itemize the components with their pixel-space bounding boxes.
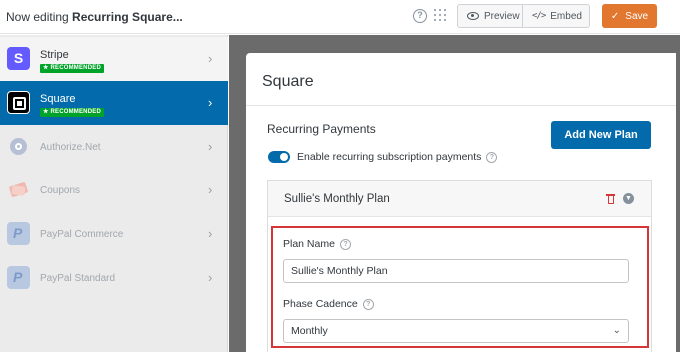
help-icon[interactable]: ? xyxy=(362,298,374,310)
form-name: Recurring Square... xyxy=(72,10,183,24)
panel-title: Square xyxy=(262,73,314,90)
save-label: Save xyxy=(625,10,649,22)
sidebar-item-paypal-standard[interactable]: P PayPal Standard › xyxy=(0,256,228,300)
chevron-down-icon[interactable]: ▼ xyxy=(623,193,634,204)
add-new-plan-button[interactable]: Add New Plan xyxy=(551,121,651,149)
title-prefix: Now editing xyxy=(6,10,73,24)
sidebar-item-label: Square xyxy=(40,93,76,105)
embed-label: Embed xyxy=(550,10,582,22)
sidebar-item-paypal-commerce[interactable]: P PayPal Commerce › xyxy=(0,212,228,256)
stripe-icon: S xyxy=(7,47,30,70)
phase-cadence-value: Monthly xyxy=(291,325,328,337)
payments-sidebar: S Stripe ★ RECOMMENDED › Square ★ RECOMM… xyxy=(0,35,228,352)
check-icon: ✓ xyxy=(610,10,620,22)
recommended-badge: ★ RECOMMENDED xyxy=(40,108,104,117)
chevron-right-icon: › xyxy=(208,51,213,66)
plan-name-input[interactable]: Sullie's Monthly Plan xyxy=(283,259,629,283)
section-title: Recurring Payments xyxy=(267,122,376,136)
sidebar-item-coupons[interactable]: Coupons › xyxy=(0,168,228,212)
help-icon[interactable]: ? xyxy=(413,9,427,23)
preview-button[interactable]: Preview xyxy=(458,5,523,27)
recurring-payments-toggle[interactable] xyxy=(268,151,290,163)
paypal-icon: P xyxy=(7,222,30,245)
sidebar-item-square[interactable]: Square ★ RECOMMENDED › xyxy=(0,81,228,125)
chevron-right-icon: › xyxy=(208,139,213,154)
sidebar-item-authorize-net[interactable]: Authorize.Net › xyxy=(0,125,228,169)
sidebar-item-stripe[interactable]: S Stripe ★ RECOMMENDED › xyxy=(0,37,228,81)
preview-embed-group: Preview </> Embed xyxy=(457,4,590,28)
settings-area: Square Recurring Payments Add New Plan E… xyxy=(229,35,680,352)
preview-label: Preview xyxy=(484,10,520,22)
plan-name-label: Plan Name? xyxy=(283,238,351,250)
code-icon: </> xyxy=(532,11,546,21)
phase-cadence-label: Phase Cadence? xyxy=(283,298,374,310)
sidebar-item-label: Authorize.Net xyxy=(40,142,101,153)
embed-button[interactable]: </> Embed xyxy=(523,5,589,27)
chevron-right-icon: › xyxy=(208,226,213,241)
divider xyxy=(246,105,676,106)
chevron-right-icon: › xyxy=(208,95,213,110)
phase-cadence-select[interactable]: Monthly ⌄ xyxy=(283,319,629,343)
recommended-badge: ★ RECOMMENDED xyxy=(40,64,104,73)
top-bar: Now editing Recurring Square... ? Previe… xyxy=(0,0,680,34)
plan-box: Sullie's Monthly Plan ▼ Plan Name? Sulli… xyxy=(267,180,652,352)
help-icon[interactable]: ? xyxy=(486,151,498,163)
coupons-icon xyxy=(7,178,30,201)
square-icon xyxy=(7,91,30,114)
plan-title: Sullie's Monthly Plan xyxy=(284,193,390,205)
sidebar-item-label: Stripe xyxy=(40,49,69,61)
sidebar-item-label: PayPal Standard xyxy=(40,273,116,284)
trash-icon[interactable] xyxy=(606,193,615,204)
save-button[interactable]: ✓ Save xyxy=(602,4,657,28)
chevron-right-icon: › xyxy=(208,182,213,197)
chevron-down-icon: ⌄ xyxy=(612,325,621,336)
editing-title: Now editing Recurring Square... xyxy=(6,10,183,24)
sidebar-item-label: Coupons xyxy=(40,185,81,196)
square-settings-panel: Square Recurring Payments Add New Plan E… xyxy=(246,53,676,352)
help-icon[interactable]: ? xyxy=(339,238,351,250)
highlight-box: Plan Name? Sullie's Monthly Plan Phase C… xyxy=(271,226,649,348)
paypal-icon: P xyxy=(7,266,30,289)
eye-icon xyxy=(467,12,479,20)
toggle-label: Enable recurring subscription payments? xyxy=(297,151,498,163)
sidebar-item-label: PayPal Commerce xyxy=(40,229,124,240)
plan-header[interactable]: Sullie's Monthly Plan ▼ xyxy=(268,181,651,217)
chevron-right-icon: › xyxy=(208,270,213,285)
authorize-net-icon xyxy=(7,135,30,158)
grid-icon[interactable] xyxy=(434,9,446,21)
